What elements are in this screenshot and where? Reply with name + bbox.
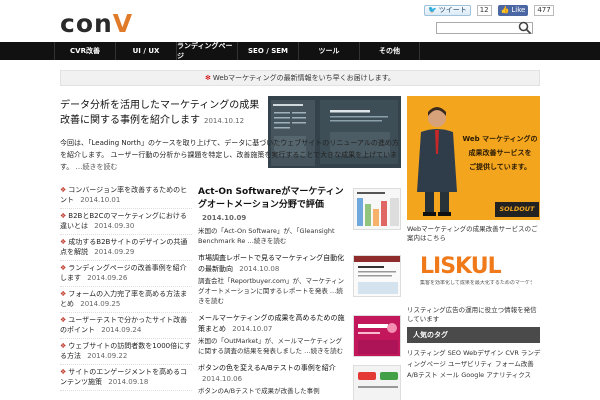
news-item-excerpt: 米国の「OutMarket」が、メールマーケティングに関する調査の結果を発表しま… bbox=[198, 337, 344, 355]
ad-brand-logo: SOLDOUT bbox=[499, 205, 535, 213]
site-logo[interactable]: con V bbox=[60, 9, 134, 38]
thumbnail-graphic bbox=[354, 189, 400, 229]
feature-readmore-link[interactable]: …続きを読む bbox=[76, 163, 118, 171]
ad-copy: Web マーケティングの 成果改善サービスを ご提供しています。 bbox=[461, 132, 539, 174]
recent-articles-list: ❖ コンバージョン率を改善するためのヒント 2014.10.01 ❖ B2BとB2C… bbox=[60, 183, 192, 391]
list-item[interactable]: ❖ 成功するB2Bサイトのデザインの共通点を解説 2014.09.29 bbox=[60, 235, 192, 261]
liskul-tagline: 集客を効率化して成果を最大化するためのマーケティング情報 bbox=[420, 280, 532, 286]
ad-copy-line-3: ご提供しています。 bbox=[468, 163, 532, 171]
ad-copy-line-2: 成果改善サービスを bbox=[468, 149, 532, 157]
list-item[interactable]: ❖ ランディングページの改善事例を紹介します 2014.09.26 bbox=[60, 261, 192, 287]
ad-caption[interactable]: Webマーケティングの成果改善サービスのご案内はこちら bbox=[407, 225, 542, 243]
news-item-date: 2014.10.06 bbox=[202, 375, 243, 383]
tweet-button[interactable]: 🐦 ツイート bbox=[424, 5, 471, 16]
list-item[interactable]: ❖ コンバージョン率を改善するためのヒント 2014.10.01 bbox=[60, 183, 192, 209]
feature-excerpt: 今回は、「Leading North」のケースを取り上げて、データに基づいたウェ… bbox=[60, 137, 400, 173]
list-item[interactable]: ❖ ユーザーテストで分かったサイト改善のポイント 2014.09.24 bbox=[60, 313, 192, 339]
news-item[interactable]: ボタンの色を変えるA/Bテストの事例を紹介 2014.10.06 ボタンのA/B… bbox=[198, 363, 402, 400]
list-item[interactable]: ❖ サイトのエンゲージメントを高めるコンテンツ施策 2014.09.18 bbox=[60, 365, 192, 391]
bullet-icon: ❖ bbox=[60, 212, 67, 220]
bullet-icon: ❖ bbox=[60, 290, 67, 298]
news-item[interactable]: 市場調査レポートで見るマーケティング自動化の最新動向 2014.10.08 調査… bbox=[198, 253, 402, 306]
list-item[interactable]: ❖ フォームの入力完了率を高める方法まとめ 2014.09.25 bbox=[60, 287, 192, 313]
main-nav: CVR改善 UI / UX ランディングページ SEO / SEM ツール その… bbox=[0, 42, 600, 60]
liskul-caption[interactable]: リスティング広告の運用に役立つ情報を発信しています bbox=[407, 306, 542, 324]
list-item-date: 2014.10.01 bbox=[80, 196, 121, 204]
like-label: Like bbox=[511, 6, 526, 14]
thumbnail-graphic bbox=[354, 366, 400, 400]
liskul-banner[interactable]: LISKUL 集客を効率化して成果を最大化するためのマーケティング情報 bbox=[420, 254, 532, 294]
liskul-logo: LISKUL bbox=[420, 254, 502, 279]
bullet-icon: ❖ bbox=[60, 368, 67, 376]
news-item-thumbnail[interactable] bbox=[353, 188, 401, 230]
sidebar-section-title: 人気のタグ bbox=[407, 327, 540, 343]
news-item-thumbnail[interactable] bbox=[353, 255, 401, 297]
news-item-title: ボタンの色を変えるA/Bテストの事例を紹介 bbox=[198, 364, 336, 372]
notice-text: Webマーケティングの最新情報をいち早くお届けします。 bbox=[212, 74, 395, 82]
news-item-date: 2014.10.09 bbox=[202, 214, 247, 222]
logo-accent-letter: V bbox=[112, 9, 134, 38]
tweet-count: 12 bbox=[476, 5, 492, 16]
nav-item-tools[interactable]: ツール bbox=[298, 42, 359, 60]
search-icon[interactable] bbox=[518, 21, 532, 35]
news-item-excerpt: ボタンのA/Bテストで成果が改善した事例 bbox=[198, 387, 320, 395]
feature-article-title[interactable]: データ分析を活用したマーケティングの成果改善に関する事例を紹介します 2014.1… bbox=[60, 98, 265, 129]
list-item-date: 2014.09.26 bbox=[87, 274, 128, 282]
feature-date: 2014.10.12 bbox=[204, 117, 245, 125]
list-item-date: 2014.09.18 bbox=[108, 378, 149, 386]
list-item[interactable]: ❖ B2BとB2Cのマーケティングにおける違いとは 2014.09.30 bbox=[60, 209, 192, 235]
thumbnail-graphic bbox=[354, 316, 400, 356]
bullet-icon: ❖ bbox=[60, 316, 67, 324]
tweet-label: ツイート bbox=[438, 6, 467, 14]
news-item-title-wrap: メールマーケティングの成果を高めるための施策まとめ 2014.10.07 bbox=[198, 313, 348, 335]
nav-item-landing-page[interactable]: ランディングページ bbox=[176, 42, 237, 60]
nav-item-ui-ux[interactable]: UI / UX bbox=[115, 42, 176, 60]
ad-banner[interactable]: Web マーケティングの 成果改善サービスを ご提供しています。 SOLDOUT bbox=[407, 96, 540, 220]
bullet-icon: ❖ bbox=[60, 264, 67, 272]
social-buttons: 🐦 ツイート 12 👍 Like 477 bbox=[424, 5, 554, 16]
ad-copy-line-1: Web マーケティングの bbox=[462, 135, 538, 143]
news-item-excerpt: 米国の「Act-On Software」が、「Gleansight Benchm… bbox=[198, 227, 335, 245]
news-item-title-wrap: ボタンの色を変えるA/Bテストの事例を紹介 2014.10.06 bbox=[198, 363, 348, 385]
news-item[interactable]: Act-On Softwareがマーケティングオートメーション分野で評価 201… bbox=[198, 186, 402, 246]
facebook-thumb-icon: 👍 bbox=[500, 6, 510, 14]
bullet-icon: ❖ bbox=[60, 238, 67, 246]
nav-item-other[interactable]: その他 bbox=[359, 42, 420, 60]
list-item-date: 2014.09.30 bbox=[94, 222, 135, 230]
nav-item-cvr[interactable]: CVR改善 bbox=[54, 42, 115, 60]
thumbnail-graphic bbox=[354, 256, 400, 296]
news-item-thumbnail[interactable] bbox=[353, 365, 401, 400]
news-item-excerpt: 調査会社「Reportbuyer.com」が、マーケティングオートメーションに関… bbox=[198, 277, 345, 305]
logo-text: con bbox=[60, 9, 113, 38]
list-item-date: 2014.09.24 bbox=[101, 326, 142, 334]
news-item-title: Act-On Softwareがマーケティングオートメーション分野で評価 bbox=[198, 187, 344, 210]
news-item[interactable]: メールマーケティングの成果を高めるための施策まとめ 2014.10.07 米国の… bbox=[198, 313, 402, 357]
news-list: Act-On Softwareがマーケティングオートメーション分野で評価 201… bbox=[198, 186, 402, 400]
notice-mark-icon: ✻ bbox=[205, 74, 211, 82]
bullet-icon: ❖ bbox=[60, 186, 67, 194]
list-item-date: 2014.09.22 bbox=[87, 352, 128, 360]
notice-bar[interactable]: ✻ Webマーケティングの最新情報をいち早くお届けします。 bbox=[60, 70, 540, 86]
list-item-date: 2014.09.25 bbox=[80, 300, 121, 308]
news-item-date: 2014.10.07 bbox=[232, 325, 273, 333]
news-item-title-wrap: Act-On Softwareがマーケティングオートメーション分野で評価 201… bbox=[198, 186, 348, 225]
twitter-icon: 🐦 bbox=[428, 6, 437, 14]
list-item-date: 2014.09.29 bbox=[94, 248, 135, 256]
news-item-title-wrap: 市場調査レポートで見るマーケティング自動化の最新動向 2014.10.08 bbox=[198, 253, 348, 275]
facebook-like-button[interactable]: 👍 Like bbox=[497, 5, 529, 16]
bullet-icon: ❖ bbox=[60, 342, 67, 350]
news-item-date: 2014.10.08 bbox=[239, 265, 280, 273]
like-count: 477 bbox=[534, 5, 554, 16]
news-item-thumbnail[interactable] bbox=[353, 315, 401, 357]
tag-cloud[interactable]: リスティング SEO Webデザイン CVR ランディングページ ユーザビリティ… bbox=[407, 348, 542, 381]
nav-item-seo-sem[interactable]: SEO / SEM bbox=[237, 42, 298, 60]
list-item[interactable]: ❖ ウェブサイトの訪問者数を1000倍にする方法 2014.09.22 bbox=[60, 339, 192, 365]
